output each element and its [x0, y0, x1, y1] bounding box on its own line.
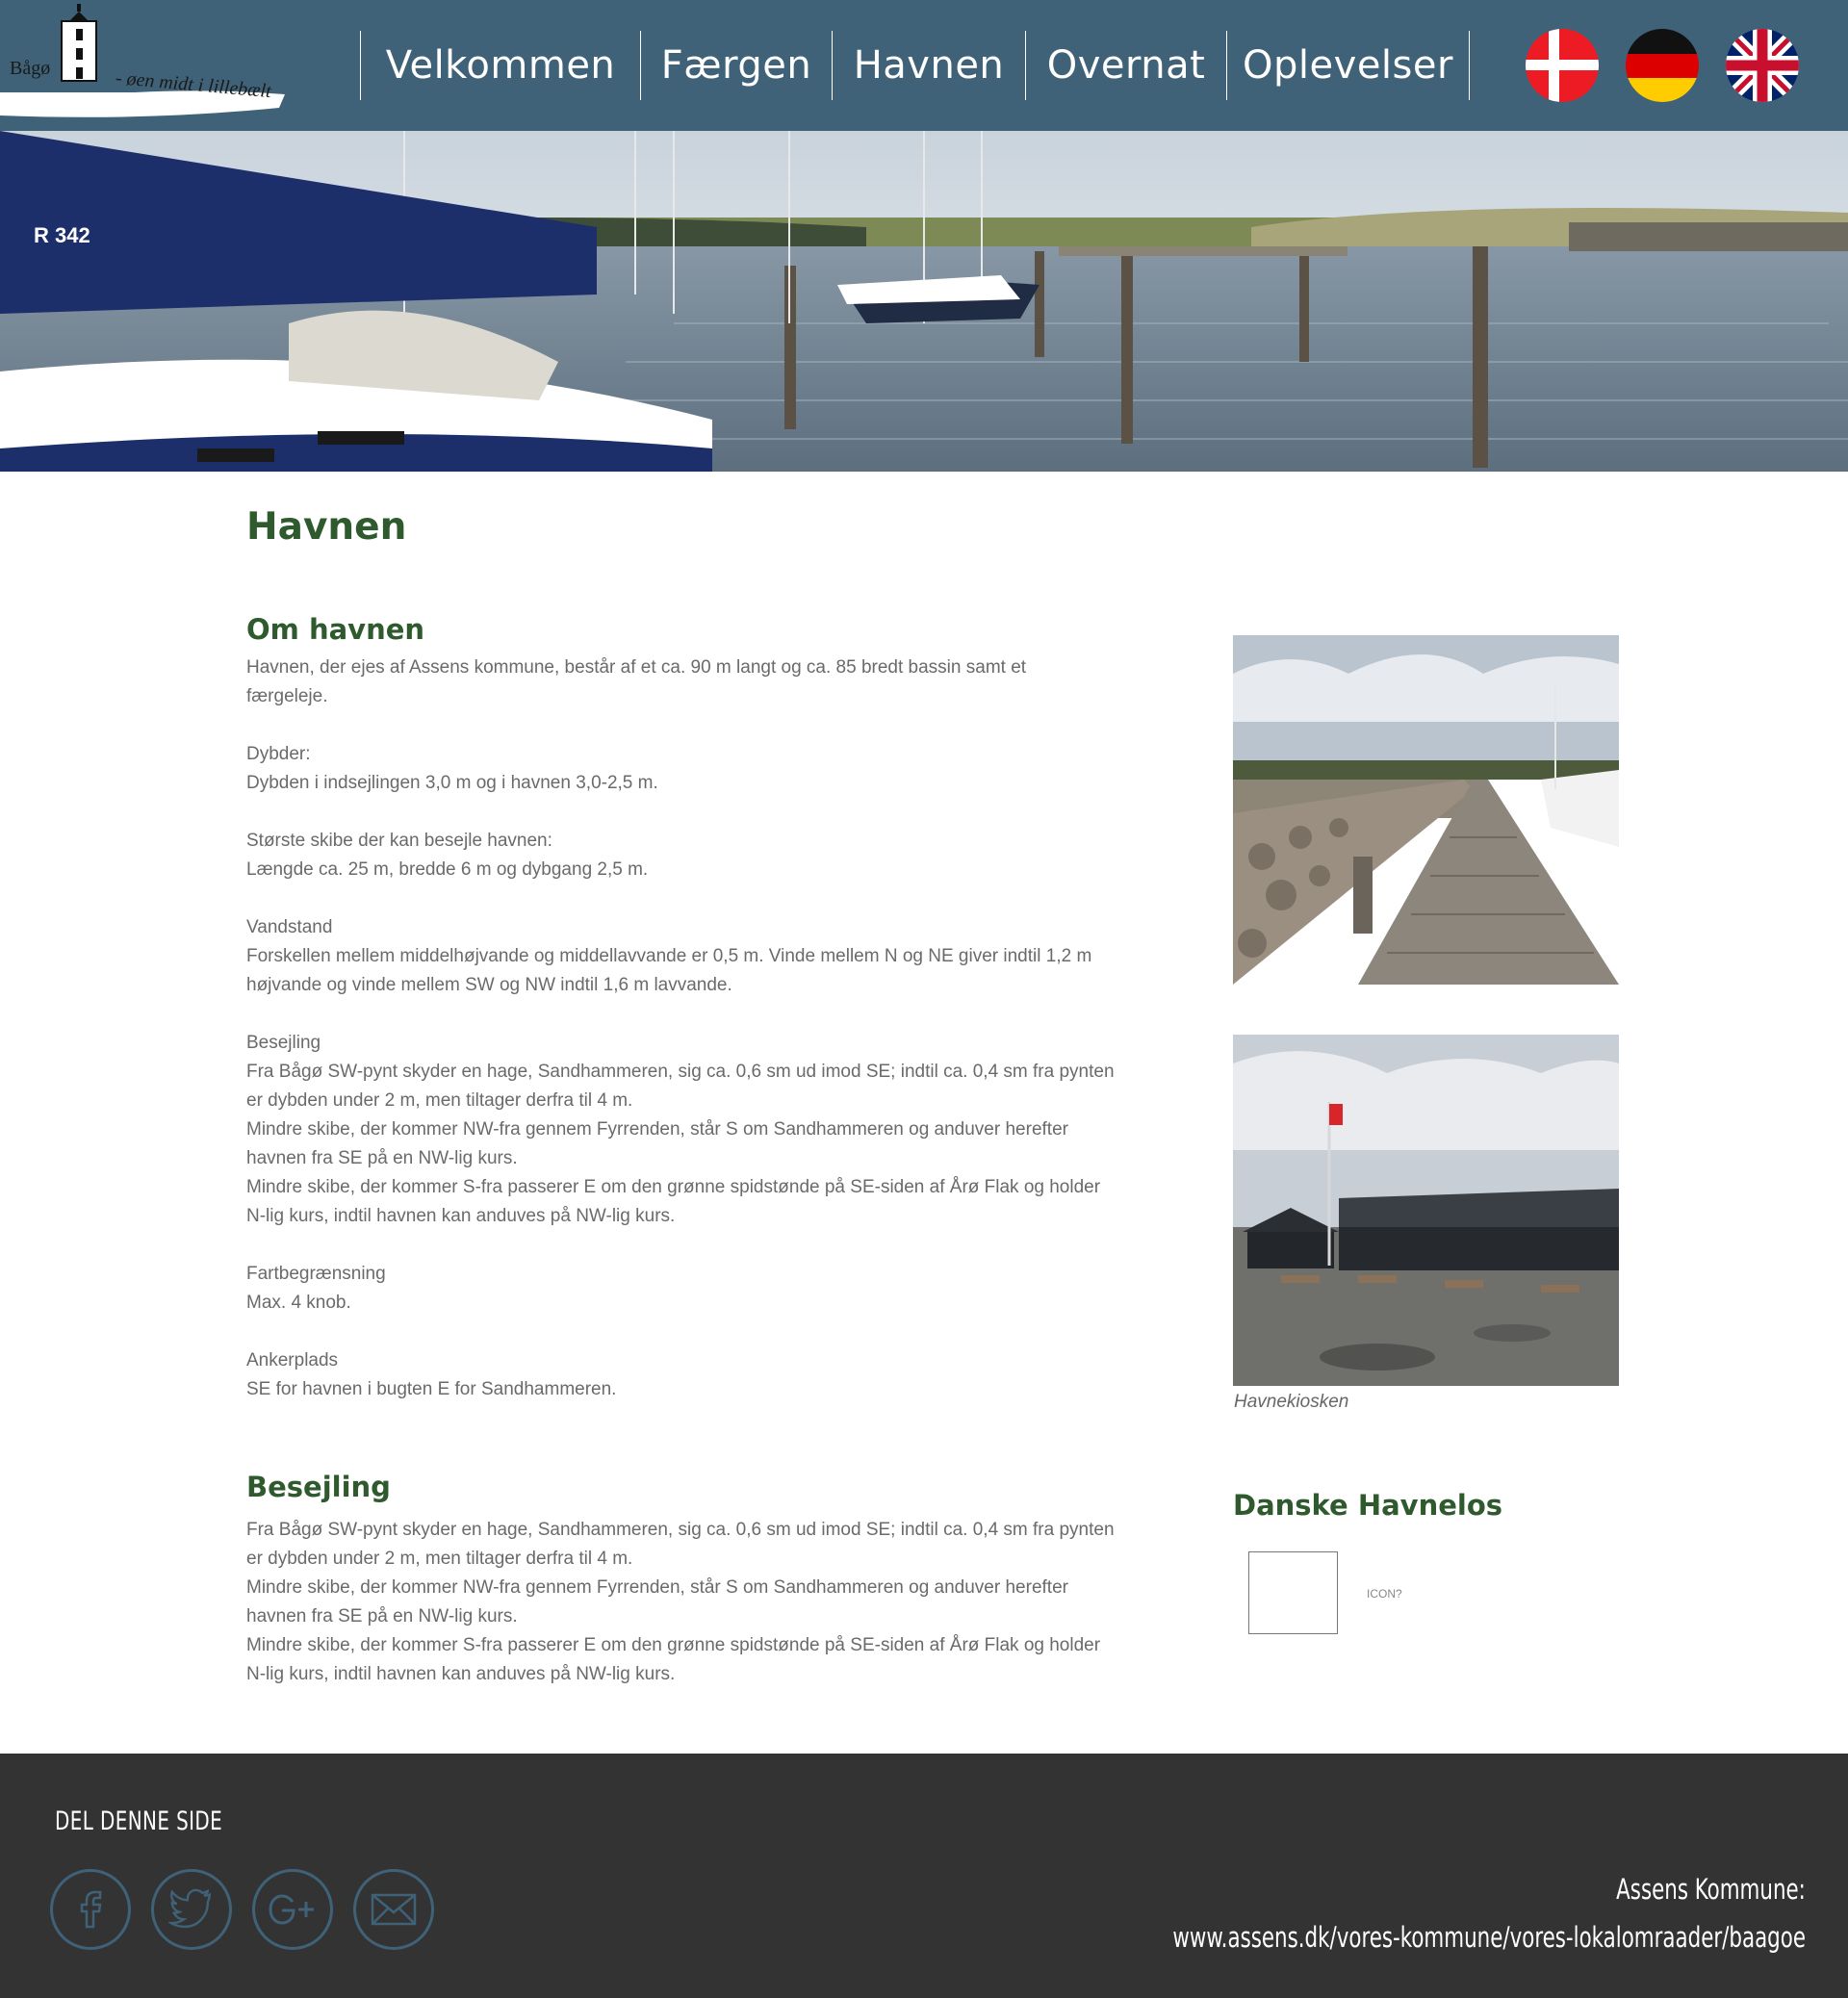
text-line: N-lig kurs, indtil havnen kan anduves på…	[246, 1206, 676, 1226]
email-icon	[371, 1893, 417, 1926]
nav-item-faergen[interactable]: Færgen	[640, 31, 832, 100]
uk-flag-icon[interactable]	[1726, 29, 1799, 102]
twitter-share-button[interactable]	[151, 1869, 232, 1950]
paragraph-besejling: Besejling Fra Bågø SW-pynt skyder en hag…	[246, 1029, 1146, 1231]
text-line: Vandstand	[246, 917, 333, 937]
main-navigation: Velkommen Færgen Havnen Overnat Oplevels…	[360, 31, 1470, 100]
text-line: færgeleje.	[246, 686, 328, 706]
svg-text:R 342: R 342	[34, 223, 90, 247]
twitter-icon	[168, 1888, 211, 1929]
paragraph-fartbegraensning: Fartbegrænsning Max. 4 knob.	[246, 1260, 1146, 1318]
text-line: Længde ca. 25 m, bredde 6 m og dybgang 2…	[246, 859, 649, 880]
logo-name: Bågø	[10, 58, 51, 79]
facebook-share-button[interactable]	[50, 1869, 131, 1950]
nav-item-havnen[interactable]: Havnen	[832, 31, 1025, 100]
text-line: havnen fra SE på en NW-lig kurs.	[246, 1606, 518, 1627]
om-havnen-content: Havnen, der ejes af Assens kommune, best…	[246, 653, 1146, 1404]
text-line: Mindre skibe, der kommer NW-fra gennem F…	[246, 1577, 1068, 1598]
site-logo[interactable]: Bågø - øen midt i lillebælt	[0, 0, 289, 119]
text-line: Fartbegrænsning	[246, 1264, 386, 1284]
text-line: N-lig kurs, indtil havnen kan anduves på…	[246, 1664, 676, 1684]
text-line: Havnen, der ejes af Assens kommune, best…	[246, 657, 1027, 678]
text-line: højvande og vinde mellem SW og NW indtil…	[246, 975, 732, 995]
nav-item-oplevelser[interactable]: Oplevelser	[1226, 31, 1470, 100]
text-line: Mindre skibe, der kommer S-fra passerer …	[246, 1177, 1101, 1197]
text-line: Største skibe der kan besejle havnen:	[246, 831, 552, 851]
text-line: Ankerplads	[246, 1350, 339, 1370]
icon-placeholder-label: ICON?	[1367, 1587, 1402, 1601]
photo-caption: Havnekiosken	[1234, 1392, 1349, 1412]
paragraph-dybder: Dybder: Dybden i indsejlingen 3,0 m og i…	[246, 740, 1146, 798]
havnelos-icon-placeholder[interactable]	[1248, 1551, 1338, 1634]
text-line: er dybden under 2 m, men tiltager derfra…	[246, 1549, 633, 1569]
paragraph-ankerplads: Ankerplads SE for havnen i bugten E for …	[246, 1346, 1146, 1404]
text-line: Forskellen mellem middelhøjvande og midd…	[246, 946, 1092, 966]
text-line: Max. 4 knob.	[246, 1293, 351, 1313]
page-title: Havnen	[246, 505, 407, 549]
municipality-link[interactable]: www.assens.dk/vores-kommune/vores-lokalo…	[1172, 1921, 1806, 1954]
text-line: Fra Bågø SW-pynt skyder en hage, Sandham…	[246, 1062, 1115, 1082]
site-footer: DEL DENNE SIDE Assens Kommune: www.assen…	[0, 1754, 1848, 1998]
besejling-content: Fra Bågø SW-pynt skyder en hage, Sandham…	[246, 1516, 1146, 1689]
language-selector	[1526, 29, 1799, 102]
paragraph-besejling-2: Fra Bågø SW-pynt skyder en hage, Sandham…	[246, 1516, 1146, 1689]
havnekiosk-photo	[1233, 1035, 1619, 1386]
text-line: Dybden i indsejlingen 3,0 m og i havnen …	[246, 773, 658, 793]
social-share-buttons	[50, 1869, 434, 1950]
paragraph-intro: Havnen, der ejes af Assens kommune, best…	[246, 653, 1146, 711]
text-line: SE for havnen i bugten E for Sandhammere…	[246, 1379, 617, 1399]
text-line: Mindre skibe, der kommer S-fra passerer …	[246, 1635, 1101, 1655]
google-plus-icon	[269, 1894, 314, 1925]
share-title: DEL DENNE SIDE	[55, 1806, 223, 1836]
text-line: havnen fra SE på en NW-lig kurs.	[246, 1148, 518, 1168]
section-title-om-havnen: Om havnen	[246, 613, 425, 646]
text-line: Dybder:	[246, 744, 311, 764]
text-line: Fra Bågø SW-pynt skyder en hage, Sandham…	[246, 1520, 1115, 1540]
text-line: Besejling	[246, 1033, 321, 1053]
text-line: Mindre skibe, der kommer NW-fra gennem F…	[246, 1119, 1068, 1140]
denmark-flag-icon[interactable]	[1526, 29, 1599, 102]
sidebar-title-havnelos: Danske Havnelos	[1233, 1489, 1503, 1522]
site-header: Bågø - øen midt i lillebælt Velkommen Fæ…	[0, 0, 1848, 131]
germany-flag-icon[interactable]	[1626, 29, 1699, 102]
pier-photo	[1233, 635, 1619, 985]
hero-harbour-image: R 342	[0, 131, 1848, 472]
facebook-icon	[80, 1890, 102, 1929]
text-line: er dybden under 2 m, men tiltager derfra…	[246, 1090, 633, 1111]
paragraph-stoerste-skibe: Største skibe der kan besejle havnen: Læ…	[246, 827, 1146, 884]
nav-item-overnat[interactable]: Overnat	[1025, 31, 1226, 100]
municipality-label: Assens Kommune:	[1616, 1873, 1806, 1906]
paragraph-vandstand: Vandstand Forskellen mellem middelhøjvan…	[246, 913, 1146, 1000]
email-share-button[interactable]	[353, 1869, 434, 1950]
section-title-besejling: Besejling	[246, 1471, 391, 1503]
google-plus-share-button[interactable]	[252, 1869, 333, 1950]
nav-item-velkommen[interactable]: Velkommen	[360, 31, 640, 100]
